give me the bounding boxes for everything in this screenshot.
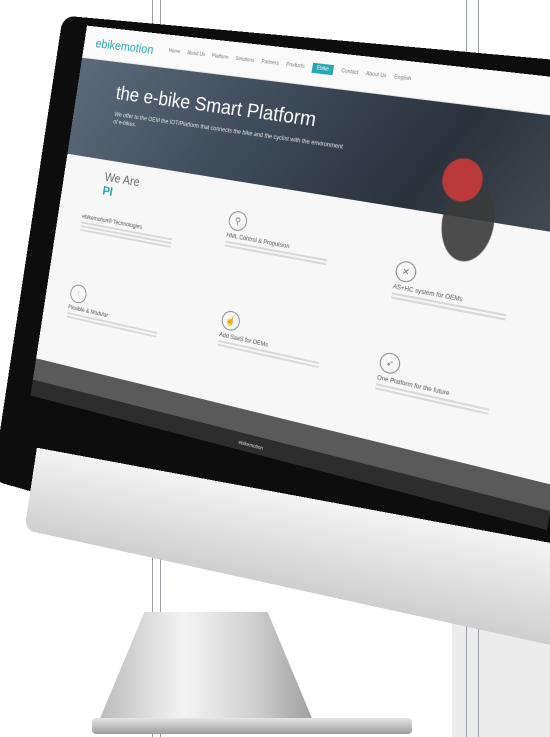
- rocket-icon: ➶: [378, 350, 402, 376]
- touch-icon: ☝: [220, 309, 242, 333]
- bicycle-icon: ⚲: [227, 209, 249, 233]
- feature-saas: ☝ Add SaaS for OEMs: [217, 309, 353, 376]
- nav-item-contact[interactable]: Contact: [341, 68, 359, 76]
- tools-icon: ✕: [394, 259, 418, 284]
- nav-item-solutions[interactable]: Solutions: [235, 56, 254, 64]
- feature-technologies: ebikemotion® Technologies: [79, 211, 200, 255]
- monitor: ebikemotion Home About Us Platform Solut…: [0, 0, 550, 737]
- feature-flexible: ⫶ Flexible & Modular: [66, 283, 187, 345]
- nav-item-home[interactable]: Home: [168, 48, 180, 55]
- nav-item-products[interactable]: Products: [286, 62, 305, 70]
- nav-item-language[interactable]: English: [394, 74, 412, 82]
- feature-one-platform: ➶ One Platform for the future: [375, 350, 528, 424]
- nav-item-about[interactable]: About Us: [187, 50, 206, 58]
- nav-item-partners[interactable]: Partners: [261, 59, 279, 67]
- sliders-icon: ⫶: [69, 283, 88, 305]
- nav-item-ebike[interactable]: Ebike: [311, 62, 335, 76]
- nav-item-platform[interactable]: Platform: [211, 53, 228, 61]
- monitor-stand-base: [92, 718, 412, 734]
- nav-item-about-2[interactable]: About Us: [365, 71, 386, 80]
- site-logo[interactable]: ebikemotion: [95, 36, 155, 57]
- monitor-stand: [96, 612, 316, 728]
